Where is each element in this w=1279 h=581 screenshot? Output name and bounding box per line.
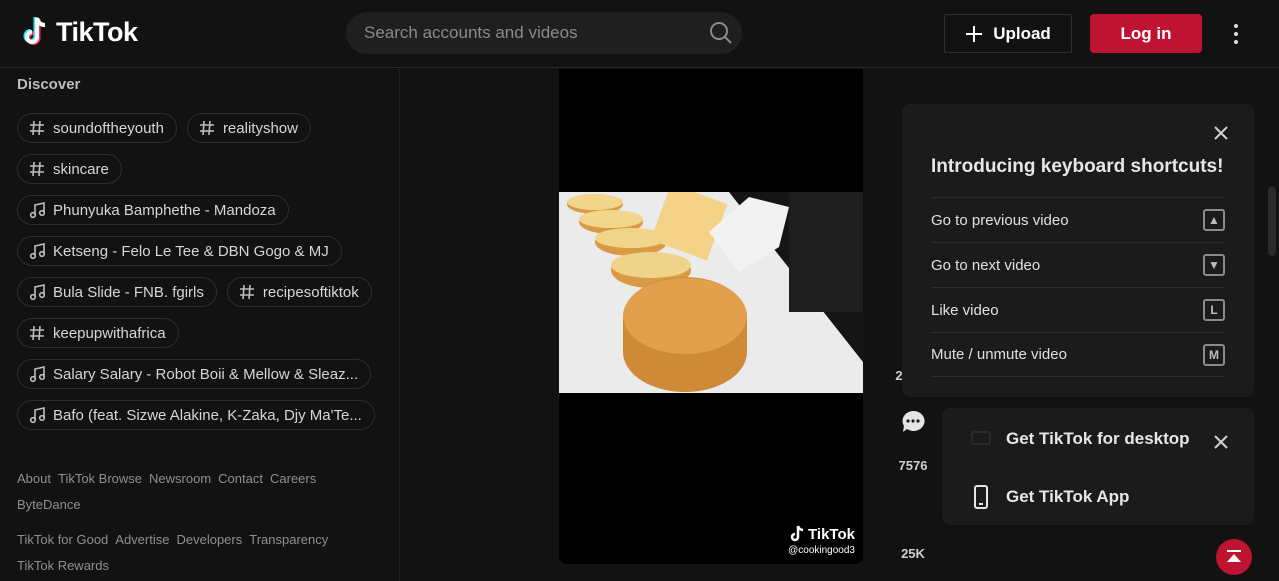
cake-video-image — [559, 192, 863, 393]
music-note-icon — [29, 202, 46, 219]
comment-icon — [902, 410, 925, 432]
shortcut-row: Like video L — [931, 287, 1225, 332]
search-icon[interactable] — [708, 20, 734, 46]
logo-text: TikTok — [56, 16, 138, 47]
shortcuts-title: Introducing keyboard shortcuts! — [931, 156, 1224, 177]
shortcut-label: Mute / unmute video — [931, 346, 1067, 363]
shortcut-row: Go to previous video ▲ — [931, 197, 1225, 242]
discover-tags: soundoftheyouth realityshow skincare Phunyu… — [17, 113, 387, 430]
comment-button[interactable] — [899, 408, 927, 436]
get-desktop-label: Get TikTok for desktop — [1006, 429, 1190, 448]
shortcut-key: ▲ — [1203, 209, 1225, 231]
shortcut-label: Like video — [931, 301, 999, 319]
shortcut-key: M — [1203, 343, 1225, 366]
get-tiktok-panel: Get TikTok for desktop Get TikTok App — [942, 408, 1254, 525]
tiktok-note-icon — [790, 525, 804, 542]
shortcut-label: Go to previous video — [931, 211, 1069, 229]
hashtag-icon — [30, 161, 44, 177]
discover-tag[interactable]: realityshow — [186, 113, 311, 143]
tiktok-watermark: TikTok @cookingood3 — [788, 525, 855, 557]
upload-label: Upload — [993, 23, 1051, 43]
video-frame — [559, 192, 863, 393]
tag-label: Ketseng - Felo Le Tee & DBN Gogo & MJ — [53, 242, 329, 260]
search-input[interactable] — [364, 23, 694, 43]
tag-label: Salary Salary - Robot Boii & Mellow & Sl… — [53, 365, 359, 383]
footer-link[interactable]: TikTok Rewards — [17, 555, 109, 576]
arrow-up-icon — [1227, 550, 1241, 562]
search-bar — [346, 12, 742, 54]
keyboard-shortcuts-panel: Introducing keyboard shortcuts! Go to pr… — [902, 104, 1254, 397]
watermark-brand: TikTok — [808, 525, 855, 543]
scroll-to-top-button[interactable] — [1216, 539, 1252, 575]
tag-label: Bafo (feat. Sizwe Alakine, K-Zaka, Djy M… — [53, 406, 362, 424]
tag-label: soundoftheyouth — [53, 119, 164, 137]
tag-label: Bula Slide - FNB. fgirls — [53, 283, 204, 301]
comment-count: 7576 — [898, 458, 928, 473]
hashtag-icon — [239, 284, 254, 300]
shortcut-row: Mute / unmute video M — [931, 332, 1225, 377]
hashtag-icon — [199, 120, 214, 136]
footer-links-primary: About TikTok Browse Newsroom Contact Careers… — [17, 468, 377, 515]
upload-button[interactable]: Upload — [944, 14, 1072, 53]
music-note-icon — [29, 407, 46, 424]
shortcut-list: Go to previous video ▲ Go to next video ▼ Li… — [931, 197, 1225, 377]
share-count: 25K — [901, 546, 925, 561]
discover-tag[interactable]: Ketseng - Felo Le Tee & DBN Gogo & MJ — [17, 236, 342, 266]
discover-tag[interactable]: Bula Slide - FNB. fgirls — [17, 277, 217, 307]
watermark-handle: @cookingood3 — [788, 545, 855, 556]
discover-tag[interactable]: Salary Salary - Robot Boii & Mellow & Sl… — [17, 359, 372, 389]
music-note-icon — [29, 366, 46, 383]
top-header: TikTok Upload Log in — [0, 0, 1279, 68]
tiktok-note-icon — [23, 17, 46, 45]
scrollbar[interactable] — [1268, 186, 1276, 256]
shortcut-key: ▼ — [1203, 254, 1225, 276]
discover-tag[interactable]: recipesoftiktok — [226, 277, 372, 307]
footer-link[interactable]: Contact — [218, 468, 263, 489]
discover-tag[interactable]: skincare — [17, 154, 122, 184]
tag-label: keepupwithafrica — [53, 324, 166, 342]
tiktok-logo[interactable]: TikTok — [20, 15, 138, 49]
discover-tag[interactable]: soundoftheyouth — [17, 113, 177, 143]
tag-label: realityshow — [222, 119, 298, 137]
footer-link[interactable]: Developers — [176, 529, 242, 550]
discover-tag[interactable]: Phunyuka Bamphethe - Mandoza — [17, 195, 289, 225]
music-note-icon — [29, 284, 46, 301]
footer-link[interactable]: About — [17, 468, 51, 489]
hashtag-icon — [30, 120, 44, 136]
shortcut-key: L — [1203, 299, 1225, 321]
hashtag-icon — [30, 325, 44, 341]
footer-link[interactable]: ByteDance — [17, 494, 81, 515]
footer-link[interactable]: Careers — [270, 468, 316, 489]
shortcut-row: Go to next video ▼ — [931, 242, 1225, 287]
shortcut-label: Go to next video — [931, 256, 1041, 274]
sidebar: Discover soundoftheyouth realityshow skinc… — [0, 69, 400, 581]
desktop-icon — [971, 431, 991, 445]
plus-icon — [966, 25, 983, 42]
more-options-icon[interactable] — [1226, 20, 1246, 48]
get-app-link[interactable]: Get TikTok App — [970, 485, 1129, 509]
tag-label: recipesoftiktok — [262, 283, 359, 301]
discover-tag[interactable]: Bafo (feat. Sizwe Alakine, K-Zaka, Djy M… — [17, 400, 375, 430]
discover-title: Discover — [17, 76, 81, 93]
get-app-label: Get TikTok App — [1006, 487, 1130, 506]
footer-link[interactable]: Newsroom — [149, 468, 211, 489]
footer-link[interactable]: Advertise — [115, 529, 169, 550]
close-icon[interactable] — [1212, 124, 1230, 142]
footer-link[interactable]: Transparency — [249, 529, 328, 550]
footer-links-secondary: TikTok for Good Advertise Developers Transp… — [17, 529, 377, 576]
tag-label: Phunyuka Bamphethe - Mandoza — [53, 201, 276, 219]
tag-label: skincare — [53, 160, 109, 178]
login-button[interactable]: Log in — [1090, 14, 1202, 53]
close-icon[interactable] — [1212, 433, 1230, 451]
footer-link[interactable]: TikTok Browse — [58, 468, 142, 489]
get-desktop-link[interactable]: Get TikTok for desktop — [970, 428, 1190, 450]
music-note-icon — [29, 243, 46, 260]
footer-link[interactable]: TikTok for Good — [17, 529, 108, 550]
video-player[interactable]: TikTok @cookingood3 — [559, 69, 863, 564]
phone-icon — [974, 485, 988, 509]
discover-tag[interactable]: keepupwithafrica — [17, 318, 179, 348]
